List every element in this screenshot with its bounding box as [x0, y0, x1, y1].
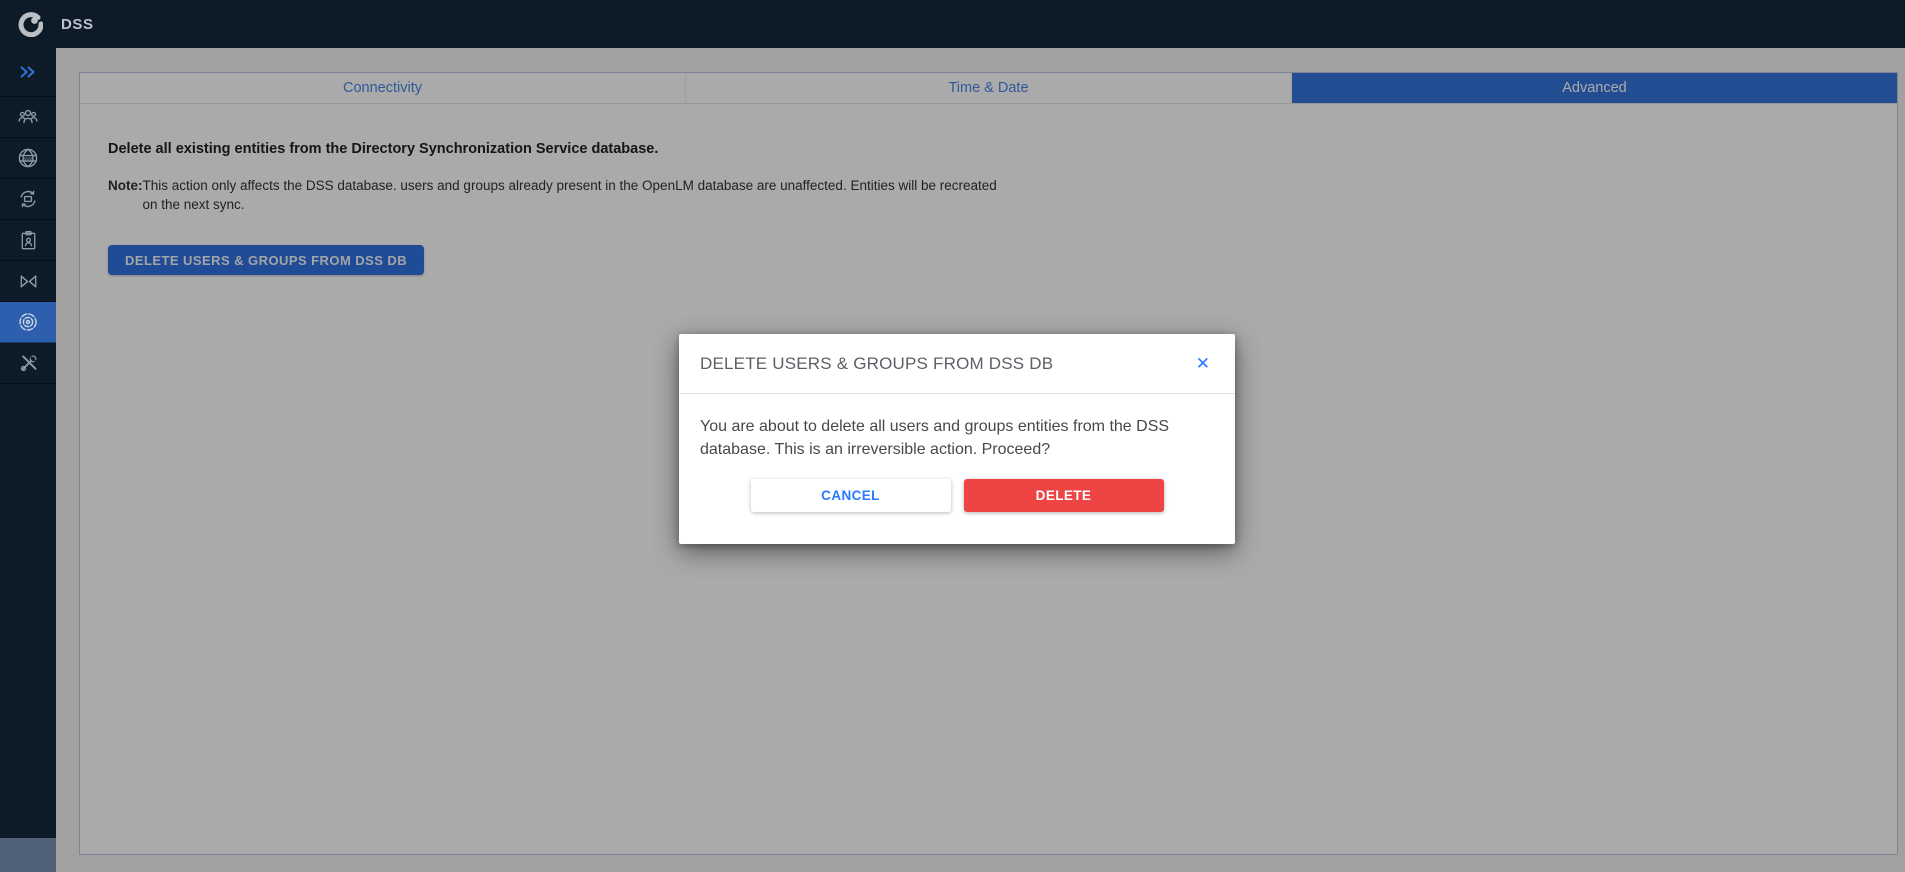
cancel-button[interactable]: CANCEL [751, 479, 951, 512]
sidebar-item-domains[interactable]: www [0, 138, 56, 179]
sidebar-item-users-groups[interactable] [0, 97, 56, 138]
delete-confirmation-dialog: DELETE USERS & GROUPS FROM DSS DB ✕ You … [679, 334, 1235, 544]
dialog-title: DELETE USERS & GROUPS FROM DSS DB [700, 354, 1053, 374]
dialog-header: DELETE USERS & GROUPS FROM DSS DB ✕ [679, 334, 1235, 394]
sidebar-bottom-toggle[interactable] [0, 838, 56, 872]
sidebar-item-synchronization[interactable] [0, 179, 56, 220]
close-icon[interactable]: ✕ [1192, 353, 1214, 374]
app-title: DSS [61, 16, 94, 33]
sidebar-item-expand[interactable] [0, 48, 56, 97]
sidebar-item-audit[interactable] [0, 220, 56, 261]
sync-arrows-icon [16, 187, 40, 211]
globe-www-icon: www [16, 146, 40, 170]
delete-button[interactable]: DELETE [964, 479, 1164, 512]
gear-icon [16, 310, 40, 334]
tools-icon [17, 352, 40, 375]
dialog-actions: CANCEL DELETE [700, 479, 1214, 512]
bowtie-icon [17, 270, 40, 293]
clipboard-person-icon [17, 229, 40, 252]
sidebar-item-tools[interactable] [0, 343, 56, 384]
dialog-body: You are about to delete all users and gr… [679, 394, 1235, 544]
svg-text:www: www [23, 156, 34, 161]
sidebar-item-settings[interactable] [0, 302, 56, 343]
users-group-icon [16, 105, 40, 129]
top-navbar: DSS [0, 0, 1905, 48]
dialog-message: You are about to delete all users and gr… [700, 415, 1214, 461]
double-chevron-right-icon [17, 61, 39, 83]
sidebar: www [0, 48, 56, 872]
sidebar-item-matching[interactable] [0, 261, 56, 302]
openlm-logo-icon [17, 11, 43, 37]
